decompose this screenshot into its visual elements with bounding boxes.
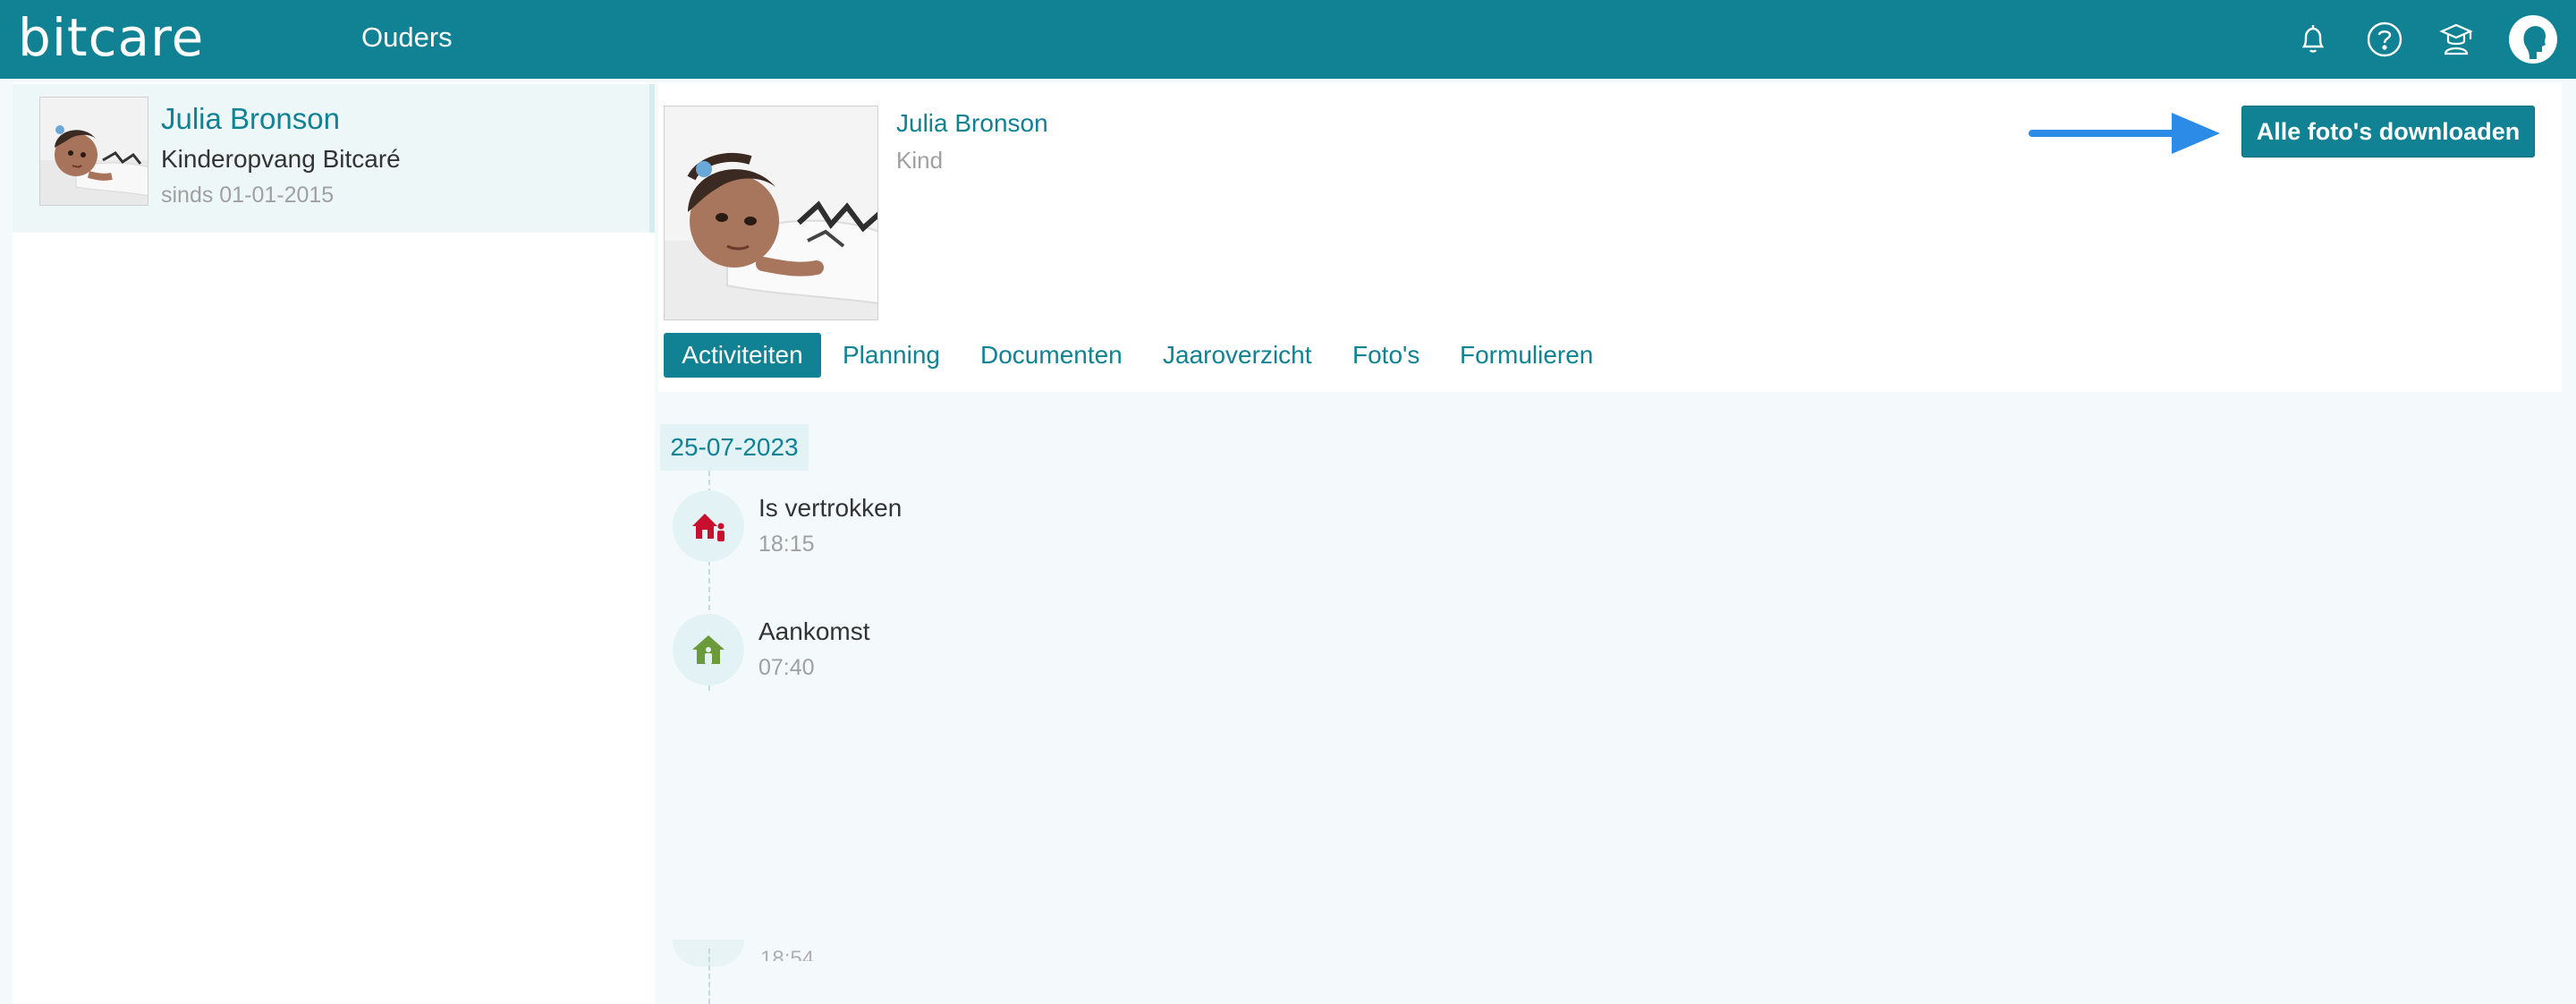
profile-icon[interactable] bbox=[2508, 14, 2558, 64]
event-time-departure: 18:15 bbox=[758, 532, 815, 557]
child-organization: Kinderopvang Bitcaré bbox=[161, 145, 401, 173]
child-photo bbox=[664, 106, 878, 320]
event-time-arrival: 07:40 bbox=[758, 655, 815, 680]
download-all-photos-button[interactable]: Alle foto's downloaden bbox=[2241, 106, 2535, 157]
graduation-icon[interactable] bbox=[2436, 20, 2476, 59]
event-time-partial: 18:54 bbox=[760, 947, 815, 961]
house-arrival-icon bbox=[673, 614, 744, 685]
tab-activiteiten[interactable]: Activiteiten bbox=[664, 333, 821, 378]
tab-planning[interactable]: Planning bbox=[843, 333, 940, 378]
timeline-date-badge: 25-07-2023 bbox=[660, 424, 809, 471]
event-title-departure: Is vertrokken bbox=[758, 494, 902, 522]
profile-role: Kind bbox=[896, 147, 944, 174]
timeline-connector-bottom bbox=[708, 949, 710, 1004]
bitcare-logo[interactable]: bitcare bbox=[18, 7, 204, 68]
section-title[interactable]: Ouders bbox=[361, 21, 453, 54]
top-navigation-bar: bitcare Ouders bbox=[0, 0, 2576, 79]
child-name[interactable]: Julia Bronson bbox=[161, 102, 340, 136]
child-avatar-small[interactable] bbox=[39, 97, 148, 206]
tab-jaaroverzicht[interactable]: Jaaroverzicht bbox=[1163, 333, 1312, 378]
profile-name: Julia Bronson bbox=[896, 109, 1048, 137]
child-since-date: sinds 01-01-2015 bbox=[161, 183, 335, 208]
help-icon[interactable] bbox=[2365, 20, 2404, 59]
bell-icon[interactable] bbox=[2293, 20, 2333, 59]
event-title-arrival: Aankomst bbox=[758, 617, 870, 645]
arrow-right-icon bbox=[2029, 113, 2220, 154]
tab-fotos[interactable]: Foto's bbox=[1352, 333, 1419, 378]
house-departure-icon bbox=[673, 490, 744, 562]
tab-documenten[interactable]: Documenten bbox=[980, 333, 1123, 378]
tab-formulieren[interactable]: Formulieren bbox=[1460, 333, 1593, 378]
